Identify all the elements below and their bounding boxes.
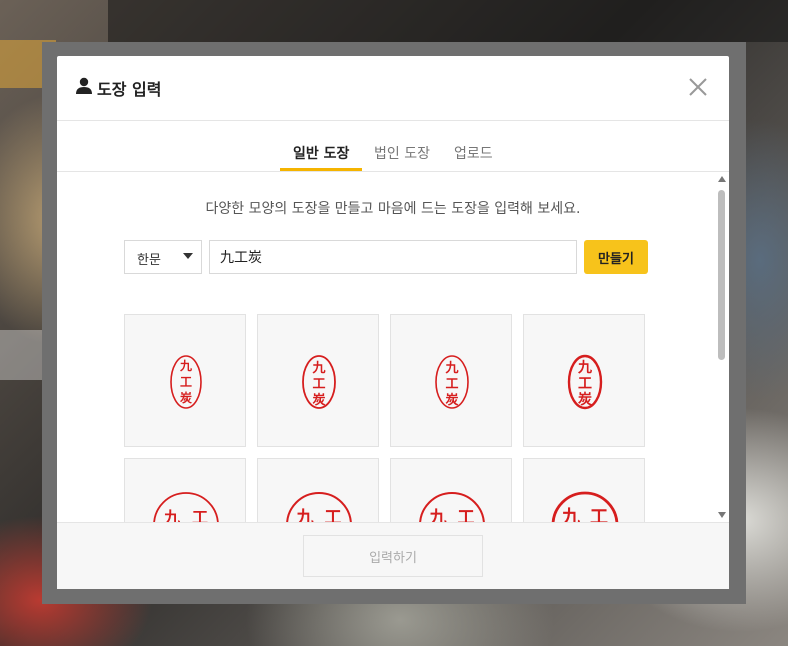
dialog-title-text: 도장 입력 xyxy=(97,80,162,99)
dialog-footer: 입력하기 xyxy=(57,522,729,589)
stamp-maker-panel: 다양한 모양의 도장을 만들고 마음에 드는 도장을 입력해 보세요. 한문 만… xyxy=(57,172,729,522)
stamp-char-1: 九 xyxy=(429,508,447,522)
stamp-option[interactable]: 九 工 炭 xyxy=(257,314,379,447)
stamp-seal-icon: 九 工 炭 xyxy=(170,355,202,409)
stamp-char-2: 工 xyxy=(458,508,475,522)
stamp-seal-icon: 九 工 炭 xyxy=(551,491,619,522)
stamp-char-1: 九 xyxy=(179,358,192,373)
dialog-header: 도장 입력 xyxy=(57,56,729,121)
stamp-char-1: 九 xyxy=(163,508,180,522)
stamp-char-2: 工 xyxy=(445,377,458,392)
stamp-seal-icon: 九 工 炭 xyxy=(419,492,485,522)
stamp-char-1: 九 xyxy=(577,360,592,376)
stamp-char-1: 九 xyxy=(444,361,458,376)
stamp-char-2: 工 xyxy=(325,508,342,522)
tab-upload[interactable]: 업로드 xyxy=(454,143,493,163)
active-tab-indicator xyxy=(280,168,362,171)
tab-general-stamp[interactable]: 일반 도장 xyxy=(293,143,349,163)
stamp-seal-icon: 九 工 炭 xyxy=(286,492,352,522)
stamp-seal-icon: 九 工 炭 xyxy=(567,354,603,410)
tab-corporate-stamp[interactable]: 법인 도장 xyxy=(374,143,430,163)
stamp-option[interactable]: 九 工 炭 xyxy=(523,458,645,522)
stamp-name-input[interactable] xyxy=(209,240,577,274)
submit-stamp-button[interactable]: 입력하기 xyxy=(303,535,483,577)
script-select[interactable]: 한문 xyxy=(124,240,202,274)
stamp-char-2: 工 xyxy=(312,377,325,392)
stamp-char-1: 九 xyxy=(296,508,314,522)
user-icon xyxy=(75,77,93,99)
stamp-char-2: 工 xyxy=(590,507,608,522)
stamp-char-3: 炭 xyxy=(445,392,458,408)
make-stamp-button[interactable]: 만들기 xyxy=(584,240,648,274)
stamp-input-dialog: 도장 입력 일반 도장 법인 도장 업로드 다양한 모양의 도장을 만들고 마음… xyxy=(57,56,729,589)
stamp-option[interactable]: 九 工 炭 xyxy=(257,458,379,522)
stamp-seal-icon: 九 工 炭 xyxy=(302,355,336,409)
stamp-char-2: 工 xyxy=(192,508,208,522)
stamp-seal-icon: 九 工 炭 xyxy=(435,355,469,409)
instruction-text: 다양한 모양의 도장을 만들고 마음에 드는 도장을 입력해 보세요. xyxy=(205,201,581,217)
stamp-seal-icon: 九 工 炭 xyxy=(153,492,219,522)
script-select-value: 한문 xyxy=(137,253,161,268)
scrollbar-thumb[interactable] xyxy=(718,190,725,360)
stamp-option[interactable]: 九 工 炭 xyxy=(124,314,246,447)
stamp-char-3: 炭 xyxy=(312,392,325,408)
stamp-option[interactable]: 九 工 炭 xyxy=(390,458,512,522)
content-scrollbar[interactable] xyxy=(715,172,729,522)
stamp-char-1: 九 xyxy=(561,507,580,522)
dialog-title: 도장 입력 xyxy=(75,76,161,100)
stamp-type-tabs: 일반 도장 법인 도장 업로드 xyxy=(57,121,729,172)
stamp-char-2: 工 xyxy=(578,376,592,392)
close-icon[interactable] xyxy=(687,76,709,98)
stamp-option[interactable]: 九 工 炭 xyxy=(124,458,246,522)
stamp-option[interactable]: 九 工 炭 xyxy=(390,314,512,447)
scroll-down-arrow-icon[interactable] xyxy=(718,512,726,518)
scroll-up-arrow-icon[interactable] xyxy=(718,176,726,182)
stamp-char-2: 工 xyxy=(180,375,192,389)
stamp-char-3: 炭 xyxy=(578,391,592,408)
stamp-option[interactable]: 九 工 炭 xyxy=(523,314,645,447)
stamp-char-3: 炭 xyxy=(180,390,192,405)
chevron-down-icon xyxy=(183,253,193,259)
stamp-char-1: 九 xyxy=(311,361,325,376)
